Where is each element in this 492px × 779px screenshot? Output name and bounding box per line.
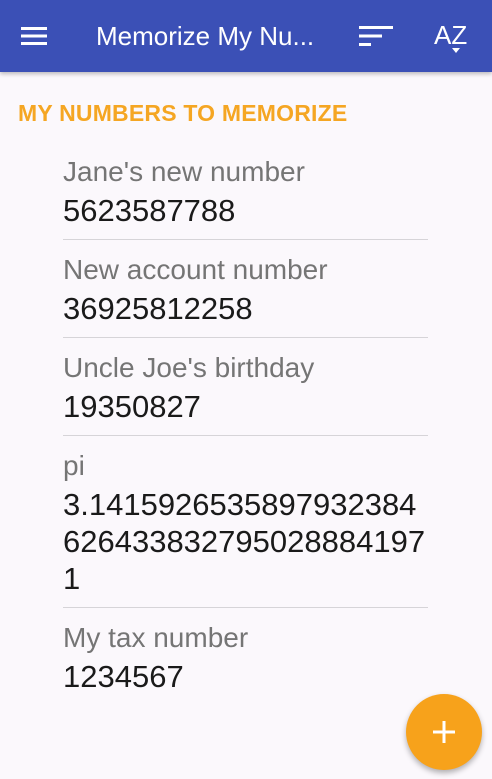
item-value: 36925812258	[63, 291, 253, 326]
item-label: Jane's new number	[63, 156, 305, 187]
hamburger-menu-icon	[21, 27, 47, 45]
list-item[interactable]: New account number 36925812258	[63, 250, 428, 338]
item-value: 1234567	[63, 659, 184, 694]
list-item[interactable]: pi 3.14159265358979323846264338327950288…	[63, 446, 428, 608]
chevron-down-icon	[452, 48, 460, 53]
add-number-button[interactable]	[406, 694, 482, 770]
menu-button[interactable]	[14, 16, 54, 56]
numbers-list: Jane's new number 5623587788 New account…	[63, 152, 428, 715]
alphabetical-sort-button[interactable]: AZ	[428, 14, 482, 58]
item-label: New account number	[63, 254, 328, 285]
item-label: My tax number	[63, 622, 249, 653]
plus-icon	[433, 721, 455, 743]
app-title: Memorize My Nu...	[96, 21, 315, 51]
item-label: Uncle Joe's birthday	[63, 352, 315, 383]
sort-lines-icon	[359, 26, 393, 46]
item-value: 3.14159265358979323846264338327950288841…	[63, 487, 426, 596]
list-item[interactable]: Jane's new number 5623587788	[63, 152, 428, 240]
sort-button[interactable]	[354, 16, 398, 56]
az-label: AZ	[434, 20, 468, 50]
app-bar: Memorize My Nu... AZ	[0, 0, 492, 72]
item-value: 5623587788	[63, 193, 236, 228]
item-value: 19350827	[63, 389, 201, 424]
section-header: MY NUMBERS TO MEMORIZE	[18, 100, 348, 126]
item-label: pi	[63, 450, 85, 481]
list-item[interactable]: My tax number 1234567	[63, 618, 428, 705]
list-item[interactable]: Uncle Joe's birthday 19350827	[63, 348, 428, 436]
